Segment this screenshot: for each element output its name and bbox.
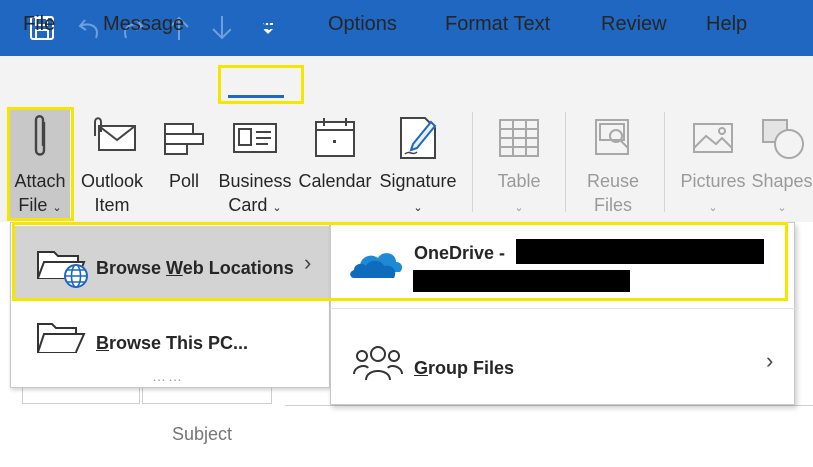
outlook-item-label-2: Item <box>94 195 130 215</box>
signature-label: Signature <box>379 171 457 191</box>
table-label: Table <box>497 171 541 191</box>
table-button[interactable]: Table ⌄ <box>490 106 548 218</box>
undo-icon[interactable] <box>76 14 104 42</box>
business-card-icon <box>228 110 282 164</box>
poll-button[interactable]: Poll <box>155 106 213 218</box>
pictures-button[interactable]: Pictures ⌄ <box>678 106 748 218</box>
calendar-icon <box>308 110 362 164</box>
business-card-label-2: Card <box>228 195 268 215</box>
group-people-icon <box>352 340 404 386</box>
chevron-down-icon: ⌄ <box>708 202 718 214</box>
chevron-down-icon: ⌄ <box>777 202 787 214</box>
highlight-insert-tab <box>218 65 304 104</box>
reuse-files-label-2: Files <box>593 195 632 215</box>
background-divider <box>285 405 813 406</box>
group-files-text-1: G <box>414 358 429 378</box>
browse-pc-text-2: rowse This PC... <box>109 333 249 353</box>
business-card-label-1: Business <box>218 171 292 191</box>
chevron-down-icon: ⌄ <box>514 202 524 214</box>
ribbon-separator <box>472 112 473 212</box>
group-files-text-2: roup Files <box>428 358 515 378</box>
browse-this-pc-item[interactable]: Browse This PC... <box>96 333 248 354</box>
calendar-button[interactable]: Calendar <box>297 106 373 218</box>
pictures-label: Pictures <box>680 171 746 191</box>
signature-pen-icon <box>391 110 445 164</box>
reuse-files-button[interactable]: Reuse Files <box>580 106 646 218</box>
pictures-icon <box>686 110 740 164</box>
business-card-button[interactable]: Business Card ⌄ <box>218 106 292 218</box>
shapes-button[interactable]: Shapes ⌄ <box>751 106 813 218</box>
subject-label: Subject <box>172 424 233 444</box>
reuse-files-icon <box>586 110 640 164</box>
tab-options[interactable]: Options <box>328 13 397 36</box>
outlook-item-button[interactable]: Outlook Item <box>76 106 148 218</box>
tab-review[interactable]: Review <box>601 13 667 36</box>
chevron-down-icon: ⌄ <box>272 202 282 214</box>
envelope-paperclip-icon <box>85 110 139 164</box>
shapes-icon <box>755 110 809 164</box>
browse-pc-text-1: B <box>96 333 109 353</box>
tab-insert[interactable]: Insert <box>229 13 279 36</box>
submenu-divider <box>330 308 795 309</box>
chevron-down-icon: ⌄ <box>413 202 423 214</box>
tab-message[interactable]: Message <box>103 13 184 36</box>
chevron-right-icon: › <box>766 348 774 373</box>
tab-bar <box>0 56 813 106</box>
table-icon <box>492 110 546 164</box>
tab-help[interactable]: Help <box>706 13 747 36</box>
ribbon-separator <box>664 112 665 212</box>
tab-format-text[interactable]: Format Text <box>445 13 550 36</box>
group-files-item[interactable]: Group Files <box>414 358 514 379</box>
outlook-item-label-1: Outlook <box>80 171 144 191</box>
background-field <box>22 388 140 404</box>
signature-button[interactable]: Signature ⌄ <box>377 106 459 218</box>
highlight-browse-web-row <box>12 222 788 301</box>
tab-file[interactable]: File <box>23 13 55 36</box>
shapes-label: Shapes <box>751 171 813 191</box>
folder-icon <box>36 320 86 358</box>
background-field <box>142 388 272 404</box>
highlight-attach-file <box>7 107 74 221</box>
more-items-indicator: …… <box>152 368 184 384</box>
ribbon-separator <box>565 112 566 212</box>
poll-label: Poll <box>168 171 199 191</box>
calendar-label: Calendar <box>298 171 372 191</box>
poll-icon <box>157 110 211 164</box>
reuse-files-label-1: Reuse <box>586 171 640 191</box>
